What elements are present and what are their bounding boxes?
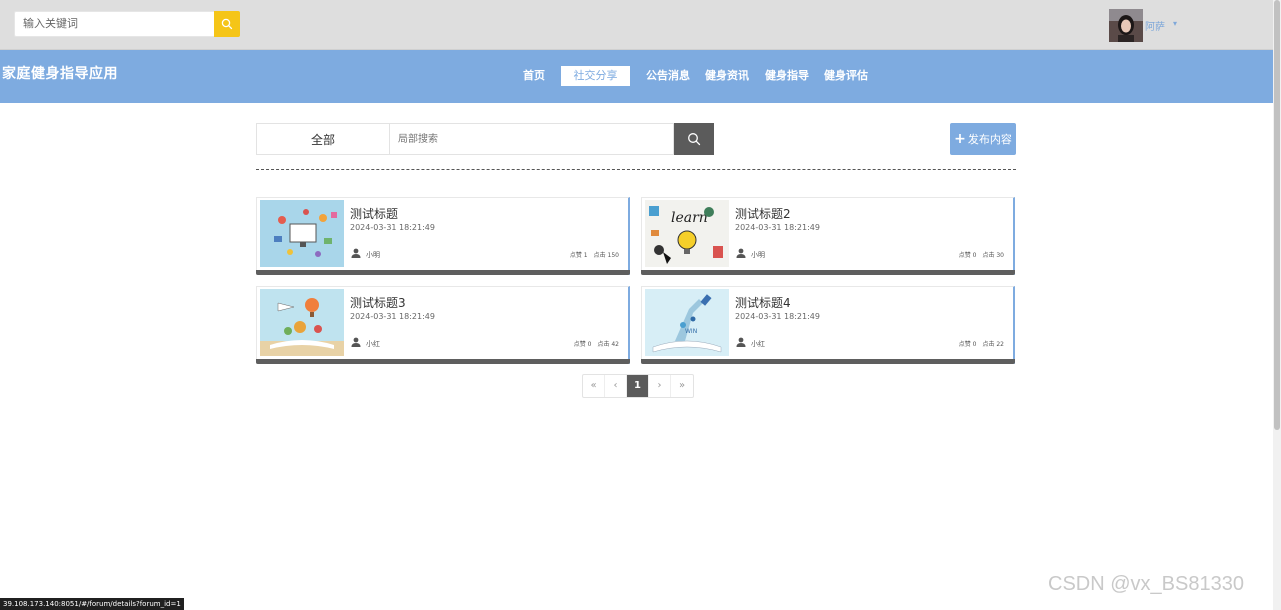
like-count: 点赞 0 <box>573 341 592 348</box>
post-title[interactable]: 测试标题 <box>350 205 398 222</box>
click-count: 点击 42 <box>597 341 619 348</box>
post-date: 2024-03-31 18:21:49 <box>735 223 820 232</box>
like-count: 点赞 0 <box>958 341 977 348</box>
local-search-button[interactable] <box>674 123 714 155</box>
post-card[interactable]: 测试标题3 2024-03-31 18:21:49 小红 点赞 0 点击 42 <box>256 286 630 364</box>
post-author: 小明 <box>366 251 380 259</box>
nav-item-fitness-guide[interactable]: 健身指导 <box>762 66 812 86</box>
divider <box>256 169 1016 170</box>
post-card[interactable]: WIN 测试标题4 2024-03-31 18:21:49 小红 点赞 0 点击… <box>641 286 1015 364</box>
post-thumbnail <box>260 200 344 267</box>
card-bottom-bar <box>256 270 630 275</box>
scrollbar-thumb[interactable] <box>1274 0 1280 430</box>
search-icon <box>688 133 701 146</box>
search-icon <box>221 18 233 30</box>
category-select[interactable]: 全部 <box>256 123 389 155</box>
card-bottom-bar <box>641 270 1015 275</box>
pagination: « ‹ 1 › » <box>582 374 694 398</box>
post-date: 2024-03-31 18:21:49 <box>735 312 820 321</box>
nav-item-social-share[interactable]: 社交分享 <box>561 66 630 86</box>
main-nav: 首页 社交分享 公告消息 健身资讯 健身指导 健身评估 <box>0 66 1273 86</box>
top-bar: 阿萨 ▾ <box>0 0 1273 50</box>
page-1-button[interactable]: 1 <box>627 375 649 397</box>
post-stats: 点赞 1 点击 150 <box>570 250 619 259</box>
last-page-button[interactable]: » <box>671 375 693 397</box>
local-search-input[interactable] <box>389 123 674 155</box>
post-title[interactable]: 测试标题3 <box>350 294 406 311</box>
post-author: 小红 <box>366 340 380 348</box>
post-stats: 点赞 0 点击 30 <box>959 250 1004 259</box>
nav-item-home[interactable]: 首页 <box>517 66 551 86</box>
post-thumbnail: learn <box>645 200 729 267</box>
post-stats: 点赞 0 点击 42 <box>574 339 619 348</box>
search-button[interactable] <box>214 11 240 37</box>
click-count: 点击 30 <box>982 252 1004 259</box>
post-date: 2024-03-31 18:21:49 <box>350 223 435 232</box>
search-input[interactable] <box>14 11 214 37</box>
next-page-button[interactable]: › <box>649 375 671 397</box>
post-card[interactable]: learn 测试标题2 2024-03-31 18:21:49 小明 点赞 0 … <box>641 197 1015 275</box>
user-icon <box>736 337 746 347</box>
post-title[interactable]: 测试标题2 <box>735 205 791 222</box>
svg-text:WIN: WIN <box>685 328 697 335</box>
nav-bar: 家庭健身指导应用 首页 社交分享 公告消息 健身资讯 健身指导 健身评估 <box>0 50 1273 103</box>
card-bottom-bar <box>256 359 630 364</box>
post-card[interactable]: 测试标题 2024-03-31 18:21:49 小明 点赞 1 点击 150 <box>256 197 630 275</box>
like-count: 点赞 0 <box>958 252 977 259</box>
chevron-down-icon[interactable]: ▾ <box>1173 19 1177 28</box>
like-count: 点赞 1 <box>569 252 588 259</box>
avatar[interactable] <box>1109 9 1143 42</box>
post-author: 小红 <box>751 340 765 348</box>
post-thumbnail <box>260 289 344 356</box>
prev-page-button[interactable]: ‹ <box>605 375 627 397</box>
svg-text:learn: learn <box>671 210 708 226</box>
scrollbar[interactable] <box>1273 0 1281 610</box>
card-bottom-bar <box>641 359 1015 364</box>
post-date: 2024-03-31 18:21:49 <box>350 312 435 321</box>
publish-label: 发布内容 <box>967 133 1012 146</box>
click-count: 点击 22 <box>982 341 1004 348</box>
status-url: 39.108.173.140:8051/#/forum/details?foru… <box>0 598 184 610</box>
nav-item-fitness-assessment[interactable]: 健身评估 <box>821 66 871 86</box>
user-icon <box>351 248 361 258</box>
nav-item-announcements[interactable]: 公告消息 <box>643 66 693 86</box>
post-thumbnail: WIN <box>645 289 729 356</box>
publish-button[interactable]: + 发布内容 <box>950 123 1016 155</box>
username[interactable]: 阿萨 <box>1145 18 1165 33</box>
post-stats: 点赞 0 点击 22 <box>959 339 1004 348</box>
user-icon <box>736 248 746 258</box>
click-count: 点击 150 <box>593 252 619 259</box>
watermark: CSDN @vx_BS81330 <box>1048 573 1244 595</box>
user-icon <box>351 337 361 347</box>
plus-icon: + <box>954 131 966 147</box>
nav-item-fitness-news[interactable]: 健身资讯 <box>702 66 752 86</box>
post-author: 小明 <box>751 251 765 259</box>
first-page-button[interactable]: « <box>583 375 605 397</box>
post-title[interactable]: 测试标题4 <box>735 294 791 311</box>
